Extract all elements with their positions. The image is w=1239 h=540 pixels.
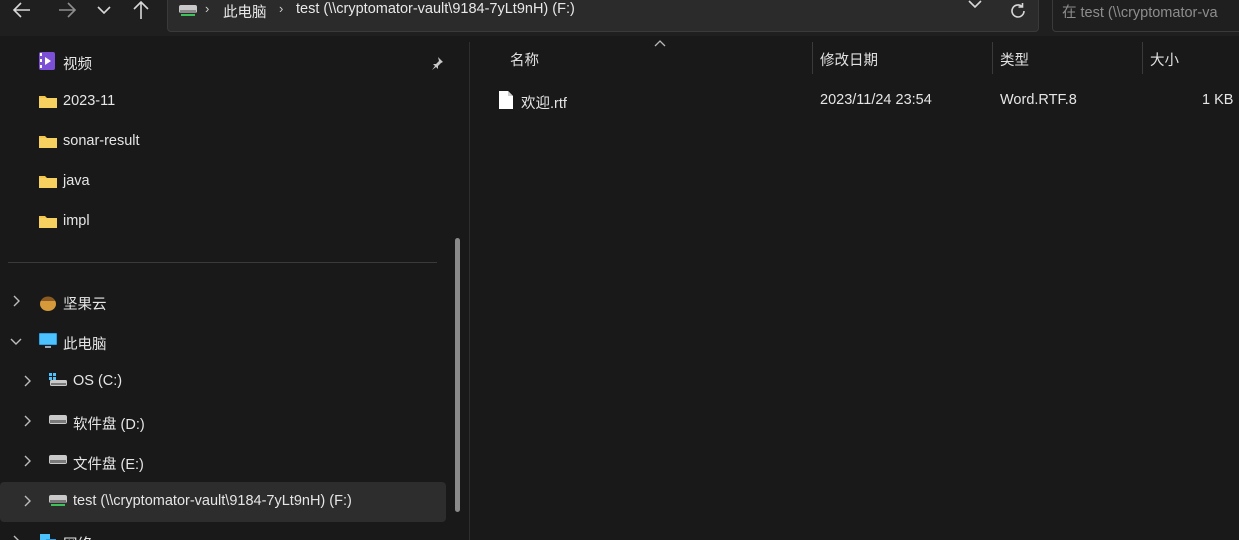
sidebar-divider [8,262,437,263]
sidebar-item-videos[interactable]: 视频 [0,42,446,82]
sidebar-item-this-pc[interactable]: 此电脑 [0,322,446,362]
file-explorer-window: › 此电脑 › test (\\cryptomator-vault\9184-7… [0,0,1239,540]
recent-locations-button[interactable] [94,0,114,20]
address-history-chevron-icon[interactable] [968,0,982,9]
pin-icon[interactable] [430,56,444,70]
column-header-size[interactable]: 大小 [1150,49,1179,70]
file-list-pane: 名称 修改日期 类型 大小 欢迎.rtf 2023/11/24 23:54 Wo… [470,36,1239,540]
sidebar-item-impl[interactable]: impl [0,202,446,242]
sidebar-item-jianguoyun[interactable]: 坚果云 [0,282,446,322]
column-separator[interactable] [812,42,813,74]
breadcrumb-separator: › [279,1,284,16]
chevron-down-icon [97,6,111,15]
sidebar-item-drive-c[interactable]: OS (C:) [0,362,446,402]
sidebar-item-drive-f[interactable]: test (\\cryptomator-vault\9184-7yLt9nH) … [0,482,446,522]
drive-icon [49,455,67,464]
network-icon [40,534,56,540]
file-type: Word.RTF.8 [1000,92,1077,108]
sidebar-item-label: 此电脑 [63,337,107,353]
column-header-type[interactable]: 类型 [1000,49,1029,70]
this-pc-icon [39,333,57,348]
breadcrumb-separator: › [205,1,210,16]
address-bar[interactable]: › 此电脑 › test (\\cryptomator-vault\9184-7… [167,0,1039,32]
sidebar-item-2023-11[interactable]: 2023-11 [0,82,446,122]
chevron-right-icon[interactable] [22,375,32,387]
sidebar-item-network[interactable]: 网络 [0,522,446,540]
jianguoyun-icon [40,296,56,311]
forward-button[interactable] [55,0,79,20]
file-name: 欢迎.rtf [521,96,567,112]
file-size: 1 KB [1202,92,1234,108]
file-row[interactable]: 欢迎.rtf 2023/11/24 23:54 Word.RTF.8 1 KB [494,84,1239,116]
folder-icon [39,136,57,148]
sidebar-item-label: 网络 [63,533,92,540]
sidebar-item-sonar-result[interactable]: sonar-result [0,122,446,162]
address-toolbar: › 此电脑 › test (\\cryptomator-vault\9184-7… [0,0,1239,36]
folder-icon [39,176,57,188]
navigation-pane: 视频 2023-11 sonar-result java impl 坚果云 此电… [0,36,462,540]
file-modified: 2023/11/24 23:54 [820,92,932,108]
column-header-modified[interactable]: 修改日期 [820,49,878,70]
document-file-icon [499,91,513,109]
video-folder-icon [39,52,55,70]
sidebar-scrollbar[interactable] [455,238,460,512]
folder-icon [39,96,57,108]
sidebar-item-label: OS (C:) [73,373,123,389]
chevron-right-icon[interactable] [22,495,32,507]
back-button[interactable] [10,0,34,20]
sidebar-item-java[interactable]: java [0,162,446,202]
search-box[interactable]: 在 test (\\cryptomator-va [1052,0,1239,32]
network-drive-icon [179,5,197,16]
sidebar-item-label: impl [63,213,90,229]
drive-icon [49,415,67,424]
arrow-up-icon [133,0,149,19]
breadcrumb-this-pc[interactable]: 此电脑 [223,1,267,22]
sidebar-item-drive-e[interactable]: 文件盘 (E:) [0,442,446,482]
refresh-icon [1011,3,1025,18]
sidebar-item-label: 2023-11 [63,93,116,109]
chevron-down-icon[interactable] [10,337,22,347]
arrow-right-icon [59,2,77,18]
chevron-right-icon[interactable] [22,415,32,427]
refresh-button[interactable] [1005,0,1031,24]
column-separator[interactable] [992,42,993,74]
search-placeholder: 在 test (\\cryptomator-va [1062,5,1218,21]
breadcrumb-current-drive[interactable]: test (\\cryptomator-vault\9184-7yLt9nH) … [296,1,575,17]
column-separator[interactable] [1142,42,1143,74]
column-header-name[interactable]: 名称 [510,49,539,70]
sidebar-item-label: 软件盘 (D:) [73,417,145,433]
up-button[interactable] [129,0,153,20]
chevron-right-icon[interactable] [22,455,32,467]
folder-icon [39,216,57,228]
arrow-left-icon [12,2,30,18]
chevron-right-icon[interactable] [11,295,21,307]
sort-ascending-icon [654,40,666,47]
sidebar-item-label: 坚果云 [63,297,107,313]
network-drive-icon [49,495,67,506]
sidebar-item-label: java [63,173,90,189]
sidebar-item-label: 文件盘 (E:) [73,457,144,473]
sidebar-item-label: test (\\cryptomator-vault\9184-7yLt9nH) … [73,493,352,509]
sidebar-item-drive-d[interactable]: 软件盘 (D:) [0,402,446,442]
chevron-right-icon[interactable] [11,535,21,540]
windows-drive-icon [49,373,67,386]
sidebar-item-label: sonar-result [63,133,140,149]
sidebar-item-label: 视频 [63,57,92,73]
